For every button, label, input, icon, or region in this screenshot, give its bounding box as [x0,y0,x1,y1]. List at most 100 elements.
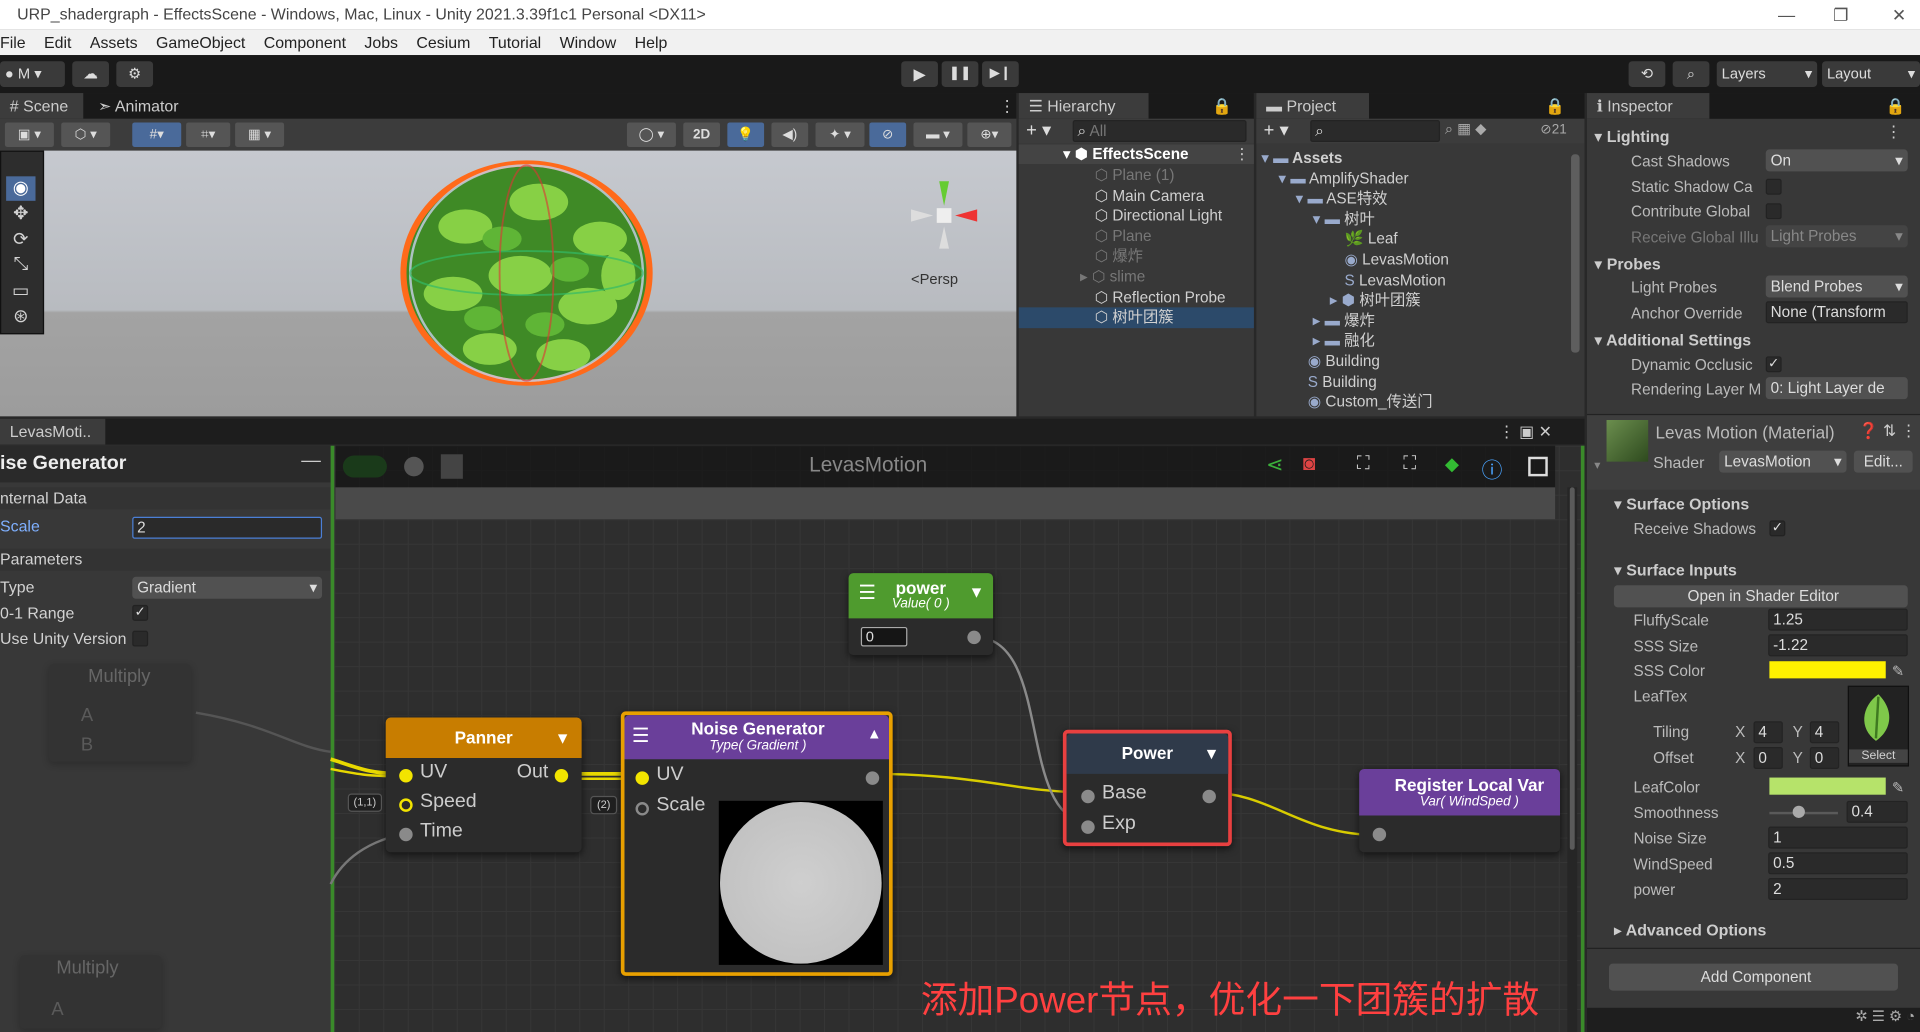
menu-item-6[interactable]: Cesium [416,29,470,55]
probes-header[interactable]: ▾ Probes [1594,255,1660,275]
anchor-override-field[interactable]: None (Transform [1765,301,1908,324]
smoothness-slider-handle[interactable] [1792,805,1805,818]
project-scrollbar[interactable] [1571,154,1580,353]
project-item[interactable]: ▾ ▬ AmplifyShader [1278,168,1408,188]
power-base-port[interactable] [1081,789,1095,804]
sss-color-swatch[interactable] [1769,661,1886,679]
project-item[interactable]: ▸ ▬ 融化 [1313,331,1375,351]
canvas-scrollbar-thumb[interactable] [1569,487,1575,850]
rect-tool-icon[interactable]: ▭ [6,279,35,303]
hierarchy-item[interactable]: ⬡ Directional Light [1095,206,1222,226]
noise-uv-port[interactable] [635,771,649,785]
project-item[interactable]: ◉ Custom_传送门 [1308,392,1433,412]
close-button[interactable]: ✕ [1892,0,1906,29]
project-item[interactable]: ▸ ⬢ 树叶团簇 [1330,290,1421,310]
power-value-input[interactable]: 0 [860,626,908,647]
dynamic-occlusion-checkbox[interactable]: ✓ [1765,356,1782,373]
root-more-icon[interactable]: ⋮ [1234,144,1249,164]
chevron-down-icon[interactable]: ▼ [969,583,985,601]
play-button[interactable]: ▶ [901,61,938,87]
sss-size-field[interactable]: -1.22 [1768,634,1908,657]
surface-options-header[interactable]: ▾ Surface Options [1614,495,1749,515]
panner-speed-port[interactable] [399,798,413,812]
cloud-icon[interactable]: ☁ [72,61,109,87]
chevron-down-icon[interactable]: ▼ [555,718,571,758]
tab-scene[interactable]: # Scene [0,93,84,119]
contribute-global-checkbox[interactable] [1765,203,1782,220]
snap-dropdown[interactable]: ⌗▾ [186,122,231,147]
project-item[interactable]: 🌿 Leaf [1345,229,1398,249]
maximize-button[interactable]: ❐ [1833,0,1848,29]
power-field[interactable]: 2 [1768,877,1908,901]
hierarchy-search-input[interactable]: ⌕ All [1072,120,1247,143]
surface-inputs-header[interactable]: ▾ Surface Inputs [1614,561,1737,581]
panner-header[interactable]: Panner ▼ [385,717,582,758]
scene-viewport[interactable]: ◉ ✥ ⟳ ⤡ ▭ ⊛ <Persp [0,150,1017,417]
more-icon[interactable]: ⋮ [989,93,1015,119]
hierarchy-root[interactable]: ▾ ⬢ EffectsScene [1063,144,1189,164]
minimize-button[interactable]: — [1778,0,1795,29]
material-help-icon[interactable]: ❓ ⇅ ⋮ [1859,421,1917,441]
hierarchy-item[interactable]: ▸ ⬡ slime [1080,267,1145,287]
panner-node[interactable]: Panner ▼ UV Out Speed Time [385,717,582,853]
gizmos-dropdown[interactable]: ⊕▾ [967,122,1012,147]
add-icon[interactable]: + ▾ [1026,119,1051,141]
additional-settings-header[interactable]: ▾ Additional Settings [1594,331,1751,351]
project-item[interactable]: ▾ ▬ 树叶 [1313,209,1375,229]
power-value-out-port[interactable] [967,630,981,645]
noise-generator-node[interactable]: ☰ Noise Generator Type( Gradient ) ▲ UV … [620,711,893,976]
project-item[interactable]: ▾ ▬ ASE特效 [1296,189,1388,209]
register-local-var-node[interactable]: Register Local Var Var( WindSped ) [1359,768,1561,853]
hierarchy-item[interactable]: ⬡ Reflection Probe [1095,287,1226,307]
windspeed-field[interactable]: 0.5 [1768,852,1908,875]
tab-hierarchy[interactable]: ☰ Hierarchy [1018,93,1149,119]
project-add-icon[interactable]: + ▾ [1264,119,1289,141]
project-lock-icon[interactable]: 🔒⋮ [1536,93,1585,141]
menu-item-2[interactable]: Assets [90,29,138,55]
shading-dropdown[interactable]: ⬡ ▾ [61,122,111,147]
panner-out-port[interactable] [554,768,569,783]
chevron-up-icon[interactable]: ▲ [867,725,882,742]
power-node[interactable]: Power ▼ Base Exp [1062,729,1232,847]
transform-tool-icon[interactable]: ⊛ [6,305,35,329]
power-value-node[interactable]: ☰ power Value( 0 ) ▼ 0 [848,573,994,656]
camera-dropdown[interactable]: ▬ ▾ [913,122,963,147]
project-item[interactable]: S Building [1308,372,1377,392]
power-exp-port[interactable] [1081,820,1095,834]
layout-dropdown[interactable]: Layout ▾ [1822,61,1920,87]
chevron-down-icon[interactable]: ▼ [1204,733,1220,773]
add-component-button[interactable]: Add Component [1608,963,1898,991]
noise-out-port[interactable] [865,771,880,785]
noise-size-field[interactable]: 1 [1768,826,1908,849]
register-in-port[interactable] [1372,827,1387,842]
render-mode-dropdown[interactable]: ◯ ▾ [626,122,676,147]
view-tool-icon[interactable]: ◉ [6,176,36,201]
menu-item-5[interactable]: Jobs [364,29,398,55]
smoothness-field[interactable]: 0.4 [1846,800,1908,823]
tiling-y-field[interactable]: 4 [1809,721,1840,744]
increment-snap-dropdown[interactable]: ▦ ▾ [235,122,285,147]
orientation-gizmo-icon[interactable] [906,175,992,273]
tab-project[interactable]: ▬ Project [1256,93,1369,119]
hierarchy-item[interactable]: ⬡ Plane [1095,226,1152,246]
open-shader-editor-button[interactable]: Open in Shader Editor [1613,585,1908,608]
lighting-toggle-icon[interactable]: 💡 [727,122,765,147]
eyedropper-icon[interactable]: ✎ [1892,659,1904,683]
menu-item-4[interactable]: Component [264,29,346,55]
lighting-header[interactable]: ▾ Lighting [1594,127,1669,147]
menu-item-3[interactable]: GameObject [156,29,245,55]
shader-edit-button[interactable]: Edit... [1853,450,1913,473]
account-dropdown[interactable]: ● M ▾ [0,61,65,87]
receive-global-dropdown[interactable]: Light Probes ▾ [1765,225,1908,248]
collab-icon[interactable]: ⚙ [116,61,154,87]
project-item[interactable]: ◉ LevasMotion [1345,250,1449,270]
cast-shadows-dropdown[interactable]: On ▾ [1765,149,1908,172]
project-item[interactable]: S LevasMotion [1345,270,1446,290]
noise-scale-port[interactable] [635,802,649,816]
panner-time-port[interactable] [399,827,413,842]
noise-generator-header[interactable]: ☰ Noise Generator Type( Gradient ) ▲ [624,715,889,760]
filter-icons[interactable]: ⌕ ▦ ◆ [1445,120,1487,138]
fluffy-scale-field[interactable]: 1.25 [1768,608,1908,631]
draw-mode-dropdown[interactable]: ▣ ▾ [4,122,54,147]
eyedropper-icon[interactable]: ✎ [1892,775,1904,799]
